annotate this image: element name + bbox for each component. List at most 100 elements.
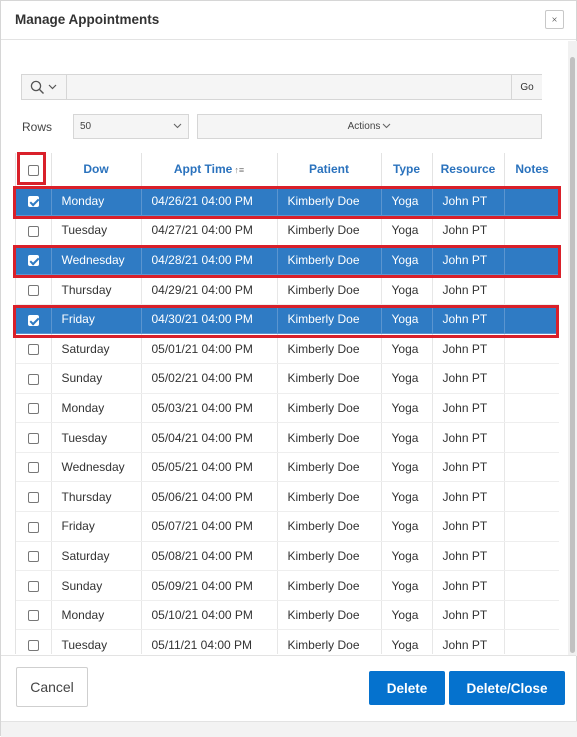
select-all-checkbox[interactable]: [27, 164, 39, 176]
cell-type: Yoga: [381, 333, 433, 365]
cell-notes: [504, 481, 559, 513]
cell-type: Yoga: [381, 422, 433, 453]
column-header-patient[interactable]: Patient: [277, 153, 382, 187]
cell-dow: Tuesday: [51, 422, 142, 453]
dialog-titlebar: Manage Appointments: [1, 1, 576, 40]
cell-dow: Wednesday: [51, 245, 142, 276]
row-checkbox[interactable]: [27, 403, 39, 415]
rows-per-page-select[interactable]: 50: [73, 114, 189, 139]
row-checkbox[interactable]: [27, 580, 39, 592]
cell-resource: John PT: [432, 304, 505, 335]
row-select-cell: [16, 274, 52, 305]
cell-patient: Kimberly Doe: [277, 511, 382, 542]
cell-dow: Monday: [51, 600, 142, 631]
cell-type: Yoga: [381, 570, 433, 601]
row-checkbox[interactable]: [27, 255, 39, 267]
column-header-notes[interactable]: Notes: [504, 153, 559, 187]
row-select-cell: [16, 511, 52, 542]
row-checkbox[interactable]: [27, 462, 39, 474]
row-checkbox[interactable]: [27, 344, 39, 356]
row-checkbox[interactable]: [27, 521, 39, 533]
cell-type: Yoga: [381, 245, 433, 276]
row-checkbox[interactable]: [27, 314, 39, 326]
cell-resource: John PT: [432, 629, 505, 654]
search-column-selector[interactable]: [22, 75, 67, 99]
manage-appointments-dialog: Manage Appointments Go Rows 50 Actions D…: [0, 0, 577, 737]
cell-resource: John PT: [432, 422, 505, 453]
cell-dow: Tuesday: [51, 215, 142, 246]
cell-notes: [504, 511, 559, 542]
cell-type: Yoga: [381, 274, 433, 305]
cell-notes: [504, 541, 559, 572]
cell-patient: Kimberly Doe: [277, 422, 382, 453]
chevron-down-icon: [383, 123, 391, 129]
table-row[interactable]: Monday 05/03/21 04:00 PM Kimberly Doe Yoga J…: [16, 393, 559, 424]
table-row[interactable]: Wednesday 04/28/21 04:00 PM Kimberly Doe Yo…: [16, 245, 559, 276]
row-checkbox[interactable]: [27, 373, 39, 385]
column-header-resource[interactable]: Resource: [432, 153, 505, 187]
cell-dow: Thursday: [51, 481, 142, 513]
column-header-type[interactable]: Type: [381, 153, 433, 187]
scrollbar-thumb[interactable]: [570, 57, 575, 653]
actions-menu-button[interactable]: Actions: [197, 114, 542, 139]
cell-resource: John PT: [432, 215, 505, 246]
cell-type: Yoga: [381, 452, 433, 483]
table-row[interactable]: Tuesday 05/04/21 04:00 PM Kimberly Doe Yoga…: [16, 422, 559, 453]
row-checkbox[interactable]: [27, 432, 39, 444]
row-select-cell: [16, 629, 52, 654]
cell-time: 05/10/21 04:00 PM: [141, 600, 278, 631]
cell-dow: Sunday: [51, 570, 142, 601]
row-checkbox[interactable]: [27, 640, 39, 652]
table-row[interactable]: Friday 04/30/21 04:00 PM Kimberly Doe Yoga J…: [16, 304, 559, 335]
cell-patient: Kimberly Doe: [277, 245, 382, 276]
cell-resource: John PT: [432, 481, 505, 513]
cell-patient: Kimberly Doe: [277, 452, 382, 483]
sort-ascending-icon: ↑≡: [234, 165, 245, 176]
column-header-dow[interactable]: Dow: [51, 153, 142, 187]
table-row[interactable]: Monday 04/26/21 04:00 PM Kimberly Doe Yoga J…: [16, 186, 559, 217]
cancel-button[interactable]: Cancel: [16, 667, 88, 707]
cell-time: 05/06/21 04:00 PM: [141, 481, 278, 513]
row-checkbox[interactable]: [27, 225, 39, 237]
column-header-appt-time[interactable]: Appt Time ↑≡: [141, 153, 278, 187]
row-checkbox[interactable]: [27, 196, 39, 208]
row-select-cell: [16, 304, 52, 335]
cell-type: Yoga: [381, 511, 433, 542]
row-checkbox[interactable]: [27, 610, 39, 622]
cell-patient: Kimberly Doe: [277, 541, 382, 572]
row-select-cell: [16, 393, 52, 424]
cell-type: Yoga: [381, 600, 433, 631]
delete-close-button[interactable]: Delete/Close: [449, 671, 565, 705]
cell-dow: Sunday: [51, 363, 142, 394]
cell-time: 04/27/21 04:00 PM: [141, 215, 278, 246]
cell-time: 04/30/21 04:00 PM: [141, 304, 278, 335]
table-row[interactable]: Saturday 05/01/21 04:00 PM Kimberly Doe Yog…: [16, 333, 559, 365]
cell-patient: Kimberly Doe: [277, 333, 382, 365]
row-select-cell: [16, 422, 52, 453]
table-row[interactable]: Thursday 04/29/21 04:00 PM Kimberly Doe Yog…: [16, 274, 559, 305]
row-select-cell: [16, 186, 52, 217]
table-row[interactable]: Tuesday 05/11/21 04:00 PM Kimberly Doe Yoga…: [16, 629, 559, 654]
table-row[interactable]: Wednesday 05/05/21 04:00 PM Kimberly Doe Yo…: [16, 452, 559, 483]
actions-label: Actions: [347, 121, 381, 132]
close-button[interactable]: [545, 10, 564, 29]
table-row[interactable]: Thursday 05/06/21 04:00 PM Kimberly Doe Yog…: [16, 481, 559, 513]
row-checkbox[interactable]: [27, 551, 39, 563]
cell-patient: Kimberly Doe: [277, 363, 382, 394]
cell-notes: [504, 363, 559, 394]
table-row[interactable]: Friday 05/07/21 04:00 PM Kimberly Doe Yoga J…: [16, 511, 559, 542]
row-checkbox[interactable]: [27, 492, 39, 504]
dialog-title: Manage Appointments: [15, 12, 160, 27]
row-checkbox[interactable]: [27, 284, 39, 296]
table-row[interactable]: Monday 05/10/21 04:00 PM Kimberly Doe Yoga J…: [16, 600, 559, 631]
table-row[interactable]: Sunday 05/02/21 04:00 PM Kimberly Doe Yoga J…: [16, 363, 559, 394]
table-row[interactable]: Sunday 05/09/21 04:00 PM Kimberly Doe Yoga J…: [16, 570, 559, 601]
table-row[interactable]: Saturday 05/08/21 04:00 PM Kimberly Doe Yog…: [16, 541, 559, 572]
cell-time: 05/09/21 04:00 PM: [141, 570, 278, 601]
table-row[interactable]: Tuesday 04/27/21 04:00 PM Kimberly Doe Yoga…: [16, 215, 559, 246]
delete-button[interactable]: Delete: [369, 671, 445, 705]
go-button[interactable]: Go: [511, 75, 542, 99]
search-input[interactable]: [68, 75, 511, 99]
row-select-cell: [16, 481, 52, 513]
cell-resource: John PT: [432, 511, 505, 542]
